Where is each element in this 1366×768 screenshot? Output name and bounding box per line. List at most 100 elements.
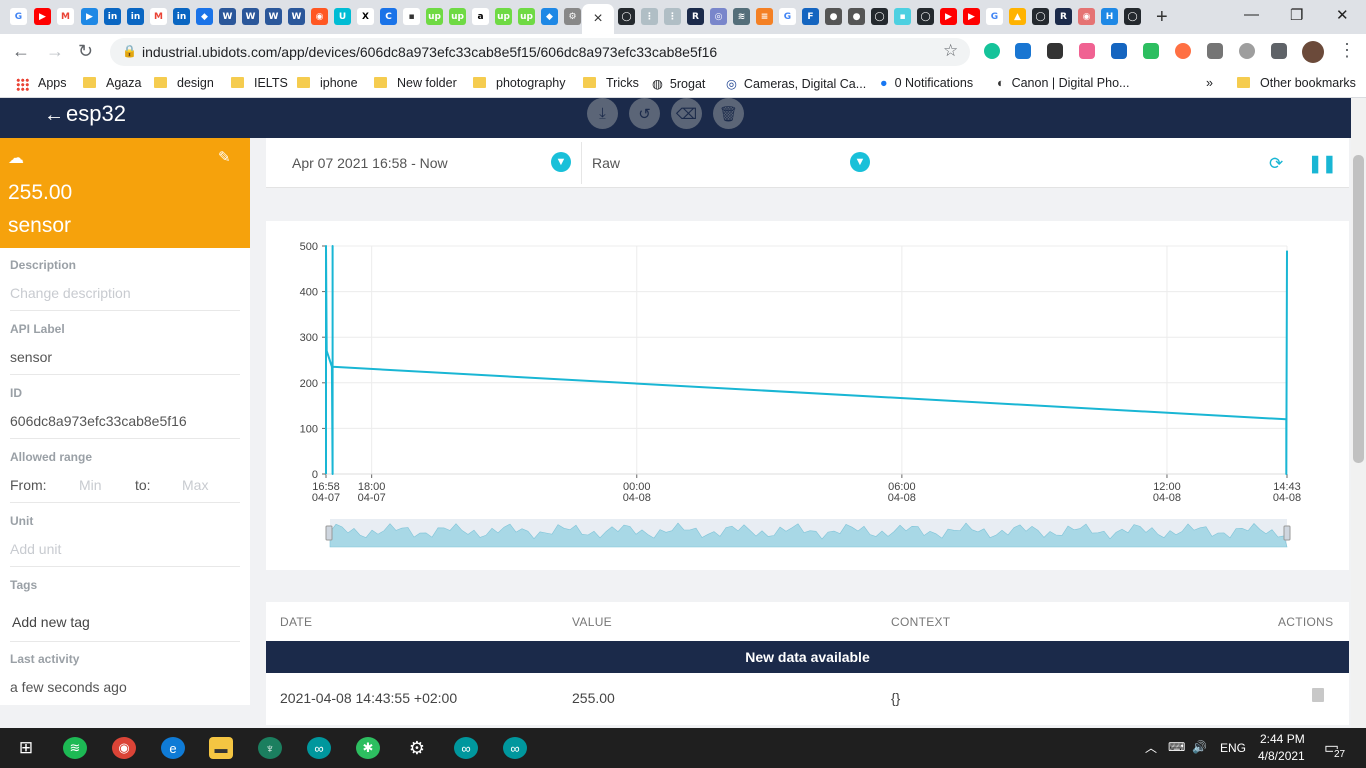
bookmark-canon[interactable]: ◐ Canon | Digital Pho... — [997, 76, 1129, 90]
circle-tab-icon[interactable]: ◉ — [311, 8, 328, 25]
edge-icon[interactable]: e — [161, 737, 185, 759]
bookmark-tricks[interactable]: Tricks — [583, 76, 639, 90]
undo-icon[interactable]: ↺ — [629, 98, 660, 129]
word-tab-icon[interactable]: W — [265, 8, 282, 25]
upwork-tab-icon[interactable]: up — [426, 8, 443, 25]
word-tab-icon[interactable]: W — [219, 8, 236, 25]
gmail-tab-icon[interactable]: M — [57, 8, 74, 25]
youtube-tab-icon[interactable]: ▶ — [963, 8, 980, 25]
bookmark-facebook[interactable]: ● 0 Notifications — [880, 76, 973, 90]
github-tab-icon[interactable]: ◯ — [618, 8, 635, 25]
minimize-button[interactable]: — — [1244, 6, 1259, 23]
app-tab-icon[interactable]: ◉ — [1078, 8, 1095, 25]
unit-input[interactable]: Add unit — [10, 541, 61, 557]
bookmark-ielts[interactable]: IELTS — [231, 76, 288, 90]
diamond-tab-icon[interactable]: ◆ — [541, 8, 558, 25]
apps-grid-icon[interactable] — [16, 78, 29, 91]
bookmark-star-icon[interactable]: ☆ — [943, 41, 958, 61]
language-indicator[interactable]: ENG — [1220, 741, 1246, 755]
bookmark-new-folder[interactable]: New folder — [374, 76, 457, 90]
forward-icon[interactable]: → — [46, 41, 64, 62]
linkedin-tab-icon[interactable]: in — [173, 8, 190, 25]
video-tab-icon[interactable]: ▶ — [81, 8, 98, 25]
app-tab-icon[interactable]: ▪ — [894, 8, 911, 25]
api-label-field[interactable]: sensor — [10, 349, 52, 365]
bookmark-design[interactable]: design — [154, 76, 214, 90]
reload-icon[interactable]: ↻ — [78, 41, 93, 62]
omnibox[interactable]: 🔒 industrial.ubidots.com/app/devices/606… — [110, 38, 970, 66]
maximize-button[interactable]: ❐ — [1290, 6, 1303, 24]
selenium-extension-icon[interactable] — [1047, 43, 1063, 59]
range-max-input[interactable]: Max — [182, 477, 208, 493]
back-arrow-icon[interactable]: ← — [44, 104, 64, 127]
delete-icon[interactable]: 🗑 — [713, 98, 744, 129]
site-tab-icon[interactable]: ▪ — [403, 8, 420, 25]
grammarly-extension-icon[interactable] — [984, 43, 1000, 59]
arduino-icon[interactable]: ∞ — [307, 737, 331, 759]
tb-extension-icon[interactable] — [1207, 43, 1223, 59]
github-tab-icon[interactable]: ◯ — [871, 8, 888, 25]
f-tab-icon[interactable]: F — [802, 8, 819, 25]
url-text[interactable]: industrial.ubidots.com/app/devices/606dc… — [142, 44, 717, 60]
variable-name[interactable]: sensor — [8, 214, 71, 238]
bookmark-photography[interactable]: photography — [473, 76, 566, 90]
settings-icon[interactable]: ⚙ — [405, 737, 429, 759]
download-icon[interactable]: ⤓ — [587, 98, 618, 129]
y-extension-icon[interactable] — [1111, 43, 1127, 59]
google-tab-icon[interactable]: G — [10, 8, 27, 25]
arduino-icon[interactable]: ∞ — [503, 737, 527, 759]
bookmark-5rogat[interactable]: ◍ 5rogat — [652, 76, 705, 91]
app-tab-icon[interactable]: ▲ — [1009, 8, 1026, 25]
app-tab-icon[interactable]: H — [1101, 8, 1118, 25]
c-tab-icon[interactable]: C — [380, 8, 397, 25]
new-tab-button[interactable]: + — [1156, 6, 1168, 29]
upwork-tab-icon[interactable]: up — [449, 8, 466, 25]
add-tag-input[interactable]: Add new tag — [12, 614, 90, 630]
aggregation-selector[interactable]: Raw — [592, 155, 620, 171]
active-tab[interactable]: × — [582, 4, 614, 34]
row-delete-icon[interactable] — [1312, 688, 1324, 702]
windows-start-icon[interactable]: ⊞ — [14, 737, 38, 759]
arduino-icon[interactable]: ∞ — [454, 737, 478, 759]
upwork-tab-icon[interactable]: up — [495, 8, 512, 25]
google-tab-icon[interactable]: G — [779, 8, 796, 25]
u-tab-icon[interactable]: U — [334, 8, 351, 25]
tab-close-icon[interactable]: × — [593, 10, 602, 28]
orange-extension-icon[interactable] — [1175, 43, 1191, 59]
eraser-icon[interactable]: ⌫ — [671, 98, 702, 129]
upwork-tab-icon[interactable]: up — [518, 8, 535, 25]
github-tab-icon[interactable]: ◯ — [917, 8, 934, 25]
x-tab-icon[interactable]: X — [357, 8, 374, 25]
linkedin-tab-icon[interactable]: in — [104, 8, 121, 25]
ubidots-tab-icon[interactable]: ◎ — [710, 8, 727, 25]
tray-expand-icon[interactable]: ︿ — [1145, 739, 1157, 756]
word-tab-icon[interactable]: W — [242, 8, 259, 25]
clock-time[interactable]: 2:44 PM — [1260, 732, 1305, 746]
youtube-tab-icon[interactable]: ▶ — [940, 8, 957, 25]
clock-date[interactable]: 4/8/2021 — [1258, 749, 1305, 763]
new-data-banner[interactable]: New data available — [266, 641, 1349, 673]
grid-tab-icon[interactable]: ⋮ — [664, 8, 681, 25]
evernote-extension-icon[interactable] — [1143, 43, 1159, 59]
bookmarks-overflow-icon[interactable]: » — [1206, 76, 1213, 90]
bike-extension-icon[interactable] — [1239, 43, 1255, 59]
stackoverflow-tab-icon[interactable]: ≡ — [756, 8, 773, 25]
keyboard-icon[interactable]: ⌨ — [1168, 740, 1185, 754]
column-header-date[interactable]: DATE — [280, 615, 312, 629]
circle-tab-icon[interactable]: ● — [848, 8, 865, 25]
grid-tab-icon[interactable]: ⋮ — [641, 8, 658, 25]
radio-tab-icon[interactable]: ≋ — [733, 8, 750, 25]
file-explorer-icon[interactable]: ▬ — [209, 737, 233, 759]
github-tab-icon[interactable]: ◯ — [1032, 8, 1049, 25]
browser-menu-icon[interactable]: ⋮ — [1338, 40, 1356, 61]
evernote-icon[interactable]: ✱ — [356, 737, 380, 759]
screenshot-extension-icon[interactable] — [1015, 43, 1031, 59]
refresh-icon[interactable]: ⟳ — [1269, 154, 1283, 174]
google-tab-icon[interactable]: G — [986, 8, 1003, 25]
paintbrush-icon[interactable]: ✎ — [218, 148, 231, 166]
range-min-input[interactable]: Min — [79, 477, 102, 493]
amazon-tab-icon[interactable]: a — [472, 8, 489, 25]
settings-tab-icon[interactable]: ⚙ — [564, 8, 581, 25]
r-tab-icon[interactable]: R — [1055, 8, 1072, 25]
word-tab-icon[interactable]: W — [288, 8, 305, 25]
